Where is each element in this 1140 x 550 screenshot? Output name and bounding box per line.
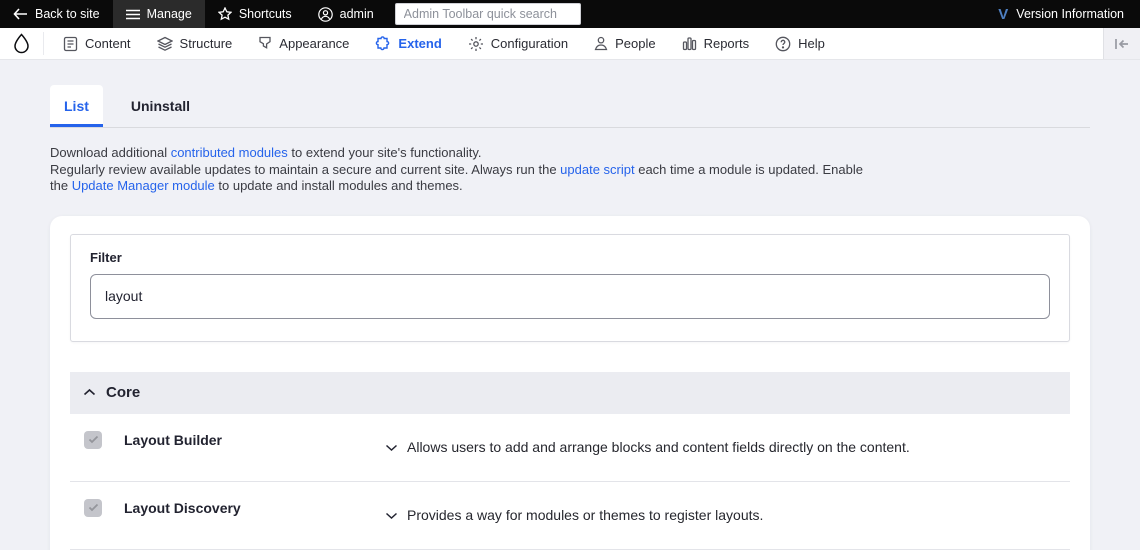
chevron-down-icon [385,511,398,520]
paintbrush-icon [258,36,272,52]
menu-item-help[interactable]: Help [762,28,838,59]
contributed-modules-link[interactable]: contributed modules [171,145,288,160]
menu-item-label: Extend [398,36,442,51]
module-description: Provides a way for modules or themes to … [407,507,764,523]
chevron-up-icon [83,388,96,397]
version-logo-icon: V [998,5,1009,23]
menu-item-people[interactable]: People [581,28,668,59]
page-description: Download additional contributed modules … [50,145,865,195]
star-icon [217,7,232,21]
manage-label: Manage [146,7,192,21]
checkmark-icon [88,435,99,444]
question-icon [775,36,791,52]
document-icon [63,36,78,52]
admin-menu-bar: Content Structure Appearance Extend Conf… [0,28,1140,60]
drupal-drop-icon [12,33,31,54]
intro-text: Regularly review available updates to ma… [50,161,561,177]
menu-item-label: Reports [703,36,750,51]
user-name-label: admin [339,7,374,21]
filter-fieldset: Filter [70,233,1070,342]
primary-tabs: List Uninstall [50,85,1090,128]
gear-icon [468,36,484,52]
tab-list[interactable]: List [50,85,103,127]
filter-legend: Filter [90,249,122,265]
version-information-button[interactable]: V Version Information [982,0,1140,28]
menu-item-configuration[interactable]: Configuration [455,28,581,59]
update-manager-module-link[interactable]: Update Manager module [72,178,215,193]
menu-item-label: People [615,36,656,51]
table-row: Layout Discovery Provides a way for modu… [70,482,1070,550]
hamburger-icon [125,9,140,20]
menu-item-label: Appearance [279,36,350,51]
user-circle-icon [317,6,333,22]
menu-item-label: Configuration [490,36,569,51]
intro-paragraph-2: Regularly review available updates to ma… [50,162,865,195]
menu-divider [43,32,44,55]
left-arrow-icon [13,8,28,20]
intro-paragraph-1: Download additional contributed modules … [50,145,865,162]
menu-item-label: Content [85,36,131,51]
module-group-title: Core [106,384,141,401]
module-enabled-checkbox [84,498,102,517]
module-name: Layout Builder [124,431,223,448]
update-script-link[interactable]: update script [560,162,634,177]
module-description: Allows users to add and arrange blocks a… [407,439,910,455]
module-filter-input[interactable] [90,273,1050,319]
version-information-label: Version Information [1016,7,1124,21]
intro-text: Download additional [50,145,171,160]
manage-button[interactable]: Manage [112,0,205,28]
collapse-toolbar-button[interactable] [1103,28,1140,59]
module-enabled-checkbox [84,430,102,449]
module-group-core-header[interactable]: Core [70,371,1070,414]
back-to-site-button[interactable]: Back to site [0,0,113,28]
intro-text: to extend your site's functionality. [287,145,482,160]
checkmark-icon [88,503,99,512]
shortcuts-label: Shortcuts [238,7,292,21]
menu-item-content[interactable]: Content [50,28,144,59]
admin-quick-search-input[interactable] [394,3,581,25]
menu-item-extend[interactable]: Extend [362,28,454,59]
menu-item-label: Structure [179,36,233,51]
checkbox-cell [70,482,124,549]
bar-chart-icon [682,36,697,51]
intro-text: to update and install modules and themes… [214,178,463,193]
chevron-down-icon [385,443,398,452]
module-description-toggle[interactable]: Provides a way for modules or themes to … [385,482,1070,549]
modules-card: Filter Core Layout Builder [50,215,1090,550]
menu-item-structure[interactable]: Structure [144,28,246,59]
table-row: Layout Builder Allows users to add and a… [70,414,1070,482]
drupal-home-button[interactable] [0,28,43,59]
checkbox-cell [70,414,124,481]
layers-icon [156,36,173,51]
menu-item-reports[interactable]: Reports [669,28,763,59]
user-menu-button[interactable]: admin [305,0,387,28]
back-to-site-label: Back to site [35,7,100,21]
admin-toolbar: Back to site Manage Shortcuts admin V Ve… [0,0,1140,28]
menu-item-appearance[interactable]: Appearance [245,28,362,59]
module-description-toggle[interactable]: Allows users to add and arrange blocks a… [385,414,1070,481]
collapse-left-icon [1114,38,1130,50]
menu-item-label: Help [798,36,825,51]
shortcuts-button[interactable]: Shortcuts [205,0,305,28]
module-name: Layout Discovery [124,499,241,516]
tab-uninstall[interactable]: Uninstall [117,85,204,127]
puzzle-icon [375,35,391,52]
person-icon [594,36,608,51]
extend-page: List Uninstall Download additional contr… [0,85,1140,550]
